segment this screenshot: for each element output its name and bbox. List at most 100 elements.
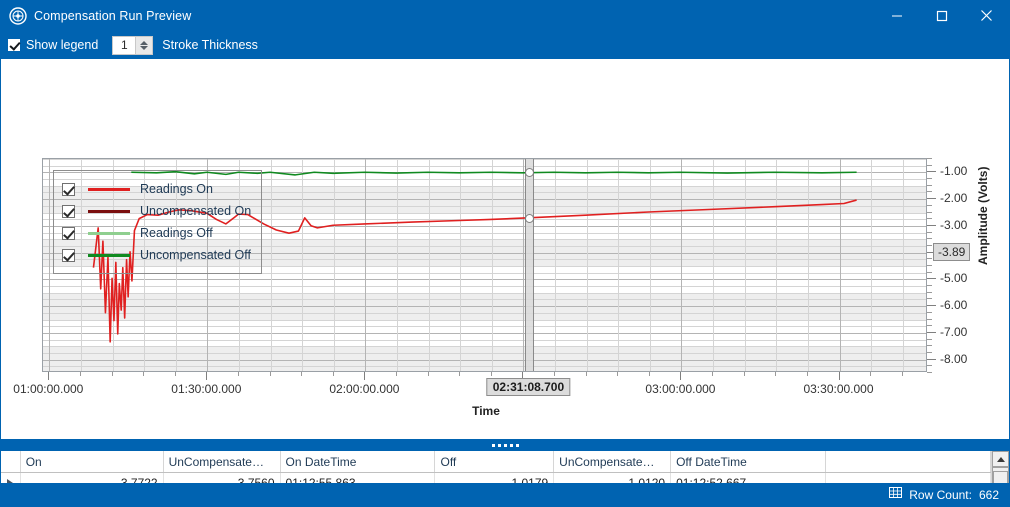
show-legend-label: Show legend [26, 38, 99, 52]
x-axis-tick [206, 372, 208, 380]
y-axis-tick [927, 258, 932, 260]
scrollbar-thumb[interactable] [993, 471, 1008, 483]
y-axis-tick-label: -6.00 [940, 298, 968, 313]
splitter-grip-dot [491, 443, 495, 447]
splitter-grip-dot [497, 443, 501, 447]
legend-checkbox-uncompensated-on[interactable] [62, 204, 75, 218]
legend-label-uncompensated-on: Uncompensated On [140, 204, 252, 218]
data-grid-body: -3.7722 -3.7560 01:12:55.863 -1.0179 -1.0120… [1, 472, 991, 483]
x-axis-tick-label: 01:00:00.000 [13, 382, 84, 396]
data-grid-row-indicator[interactable] [1, 472, 21, 483]
x-axis-tick-label: 01:30:00.000 [171, 382, 242, 396]
chart-panel: -8.00-7.00-6.00-5.00-4.00-3.00-2.00-1.00… [1, 59, 1009, 439]
x-axis-tick [775, 372, 777, 376]
y-axis-tick [927, 231, 932, 233]
window-controls [874, 0, 1009, 31]
y-axis-tick [927, 158, 932, 159]
legend-item[interactable]: Uncompensated Off [62, 244, 251, 266]
y-axis-tick [927, 345, 932, 347]
table-cell[interactable]: -3.7722 [20, 472, 164, 483]
table-cell[interactable]: -1.0179 [434, 472, 555, 483]
x-axis-tick [332, 372, 334, 376]
y-axis-tick [927, 331, 936, 333]
tracker-line[interactable] [533, 159, 535, 371]
y-axis-title: Amplitude (Volts) [976, 166, 990, 265]
legend-checkbox-readings-off[interactable] [62, 226, 75, 240]
x-axis-tick [111, 372, 113, 376]
x-axis-tick [901, 372, 903, 376]
y-axis-tick [927, 191, 932, 193]
data-grid-vertical-scrollbar[interactable] [991, 451, 1009, 483]
tracker-line[interactable] [525, 159, 527, 371]
splitter-grip-dot [509, 443, 513, 447]
x-axis-tick [364, 372, 366, 380]
data-grid-column-header[interactable] [825, 451, 991, 473]
legend-item[interactable]: Uncompensated On [62, 200, 251, 222]
window-titlebar: Compensation Run Preview [1, 0, 1009, 31]
y-axis-tick [927, 305, 936, 307]
row-count-label: Row Count: [909, 487, 972, 502]
x-axis-tick [585, 372, 587, 376]
stroke-thickness-stepper[interactable]: 1 [112, 35, 154, 55]
data-grid-header-row: On UnCompensate… On DateTime Off UnCompensat… [1, 451, 991, 473]
chart-toolbar: Show legend 1 Stroke Thickness [1, 31, 1009, 59]
stroke-thickness-label: Stroke Thickness [162, 38, 258, 52]
y-axis-tick [927, 285, 932, 287]
compensation-run-preview-window: Compensation Run Preview Show legend 1 S… [0, 0, 1010, 507]
data-grid-column-header[interactable]: On [20, 451, 164, 473]
chart-legend: Readings On Uncompensated On Readings Of… [53, 170, 263, 274]
x-axis-tick [617, 372, 619, 376]
legend-checkbox-uncompensated-off[interactable] [62, 248, 75, 262]
y-axis-tick [927, 358, 936, 360]
data-grid-rowheader-corner [1, 451, 21, 473]
y-axis-tick [927, 178, 932, 180]
legend-label-readings-off: Readings Off [140, 226, 213, 240]
y-axis-tick [927, 338, 932, 340]
table-cell[interactable]: 01:12:55.863 [280, 472, 436, 483]
show-legend-checkbox[interactable] [8, 39, 20, 51]
stroke-thickness-value[interactable]: 1 [113, 36, 136, 54]
x-axis-tick-label: 03:30:00.000 [803, 382, 874, 396]
y-axis-tick [927, 318, 932, 320]
panel-splitter[interactable] [1, 439, 1009, 451]
table-cell[interactable]: -1.0120 [553, 472, 672, 483]
x-axis-tick [648, 372, 650, 376]
y-axis-tick [927, 365, 932, 367]
y-axis-tick [927, 298, 932, 300]
x-axis-tick [396, 372, 397, 376]
data-grid-column-header[interactable]: Off [434, 451, 555, 473]
table-cell[interactable] [825, 472, 991, 483]
legend-label-readings-on: Readings On [140, 182, 213, 196]
y-axis-tick [927, 224, 936, 226]
data-grid-column-header[interactable]: On DateTime [280, 451, 436, 473]
x-axis-tick-label: 02:00:00.000 [329, 382, 400, 396]
stroke-thickness-spin-buttons[interactable] [135, 36, 153, 54]
y-axis-tick-label: -7.00 [940, 324, 968, 339]
data-grid-table: On UnCompensate… On DateTime Off UnCompensat… [1, 451, 991, 483]
scroll-up-button[interactable] [992, 451, 1009, 467]
row-count-value: 662 [978, 487, 999, 502]
x-axis-tick [48, 372, 50, 380]
close-button[interactable] [964, 0, 1009, 31]
legend-item[interactable]: Readings Off [62, 222, 251, 244]
spin-down-icon[interactable] [140, 45, 149, 50]
table-row[interactable]: -3.7722 -3.7560 01:12:55.863 -1.0179 -1.0120… [1, 472, 991, 483]
data-grid[interactable]: On UnCompensate… On DateTime Off UnCompensat… [1, 451, 1009, 483]
data-grid-column-header[interactable]: UnCompensate… [163, 451, 281, 473]
grid-icon [889, 486, 903, 504]
data-grid-column-header[interactable]: UnCompensate… [553, 451, 672, 473]
x-axis-tick [174, 372, 176, 376]
y-axis-tick-label: -1.00 [940, 164, 968, 179]
data-grid-column-header[interactable]: Off DateTime [670, 451, 827, 473]
maximize-button[interactable] [919, 0, 964, 31]
y-axis-tick [927, 238, 932, 240]
x-axis-tick [743, 372, 745, 376]
y-axis-tick-label: -3.00 [940, 217, 968, 232]
spin-up-icon[interactable] [140, 40, 149, 45]
legend-item[interactable]: Readings On [62, 178, 251, 200]
minimize-button[interactable] [874, 0, 919, 31]
table-cell[interactable]: 01:12:52.667 [670, 472, 827, 483]
app-logo-icon [9, 6, 27, 25]
table-cell[interactable]: -3.7560 [163, 472, 281, 483]
legend-checkbox-readings-on[interactable] [62, 182, 75, 196]
